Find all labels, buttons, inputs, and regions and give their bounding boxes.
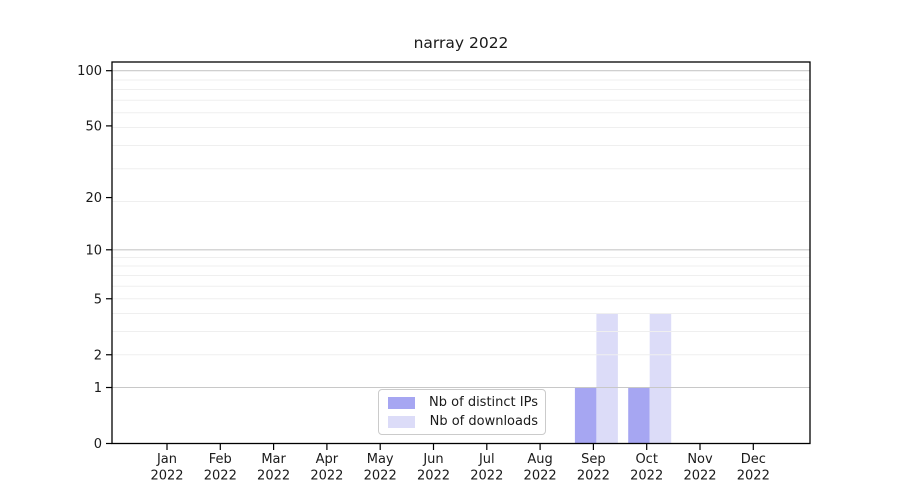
legend-swatch-downloads	[388, 415, 415, 428]
axes-spines	[111, 61, 811, 445]
x-tick-label-month: Jul	[478, 452, 495, 467]
x-tick-label-year: 2022	[204, 469, 237, 484]
x-tick-label-month: Oct	[635, 452, 657, 467]
x-tick-label-month: Jan	[156, 452, 177, 467]
x-tick-label-year: 2022	[257, 469, 290, 484]
chart-canvas: narray 2022 0 1 2 5 10 20 50 100 Jan 2022 Feb 2022 M…	[0, 0, 900, 500]
legend-label: Nb of distinct IPs	[429, 395, 538, 410]
y-tick-label: 50	[85, 119, 102, 134]
legend-item: Nb of downloads	[385, 413, 538, 430]
x-tick-label-year: 2022	[683, 469, 716, 484]
bar-downloads-oct	[649, 313, 672, 444]
y-tick-label: 20	[85, 191, 102, 206]
x-tick-label-month: May	[367, 452, 394, 467]
x-tick-label-year: 2022	[364, 469, 397, 484]
x-tick-label-year: 2022	[577, 469, 610, 484]
y-tick-label: 10	[85, 243, 102, 258]
x-tick-label-month: Nov	[687, 452, 713, 467]
x-tick-label-month: Apr	[316, 452, 339, 467]
legend-item: Nb of distinct IPs	[385, 394, 538, 411]
x-tick-label-year: 2022	[417, 469, 450, 484]
y-tick-label: 1	[94, 381, 102, 396]
x-tick-label-month: Feb	[209, 452, 232, 467]
legend-label: Nb of downloads	[429, 414, 538, 429]
x-tick-label-month: Dec	[741, 452, 766, 467]
bar-downloads-sep	[596, 313, 618, 444]
x-tick-label-year: 2022	[630, 469, 663, 484]
bar-distinct-ips-oct	[628, 387, 650, 444]
x-tick-label-year: 2022	[150, 469, 183, 484]
bar-distinct-ips-sep	[574, 387, 597, 444]
x-tick-label-month: Mar	[261, 452, 286, 467]
x-tick-label-year: 2022	[524, 469, 557, 484]
x-tick-label-year: 2022	[310, 469, 343, 484]
x-tick-label-month: Sep	[581, 452, 606, 467]
y-tick-label: 0	[94, 437, 102, 452]
y-tick-label: 5	[94, 292, 102, 307]
legend: Nb of distinct IPs Nb of downloads	[378, 389, 546, 435]
x-tick-label-month: Aug	[527, 452, 552, 467]
legend-swatch-distinct-ips	[388, 396, 415, 409]
y-tick-label: 100	[77, 64, 102, 79]
y-tick-label: 2	[94, 348, 102, 363]
x-tick-label-year: 2022	[470, 469, 503, 484]
x-tick-label-year: 2022	[737, 469, 770, 484]
x-tick-label-month: Jun	[422, 452, 443, 467]
